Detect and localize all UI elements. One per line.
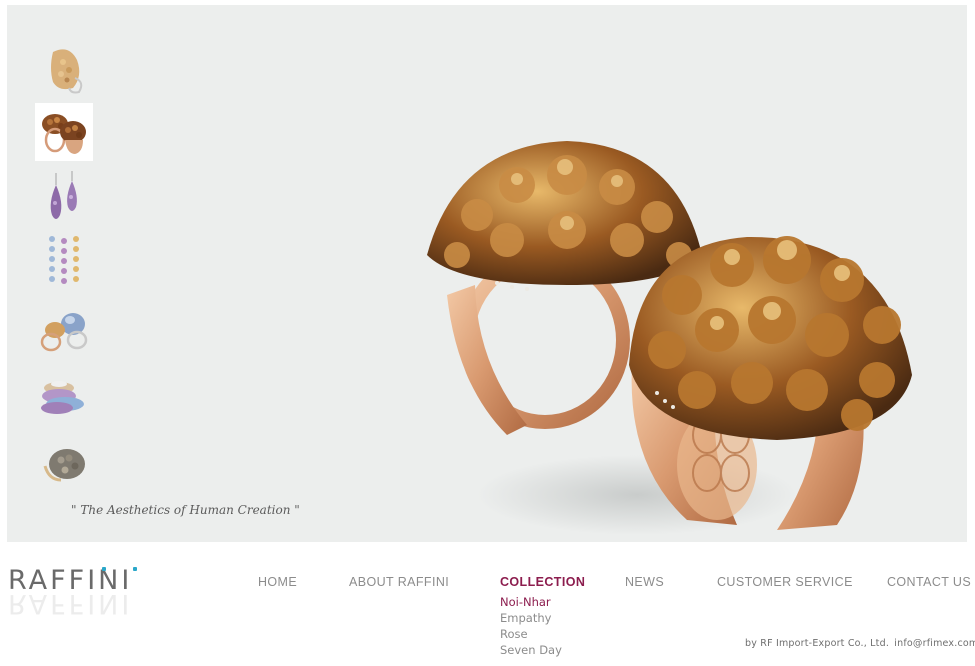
thumb-purple-drop-earrings[interactable] (35, 168, 93, 226)
raffini-logo[interactable]: RAFFINI RAFFINI (8, 566, 138, 624)
ring-thumbnail-icon (40, 313, 88, 352)
thumb-grey-dome-ring[interactable] (35, 437, 93, 495)
earring-thumbnail-icon (50, 171, 77, 219)
contact-email-link[interactable]: info@rfimex.com (894, 638, 975, 649)
collection-submenu: Noi-Nhar Empathy Rose Seven Day (500, 594, 562, 658)
company-credit: by RF Import-Export Co., Ltd. (745, 638, 890, 649)
featured-rings-image (427, 141, 912, 535)
footer-credit: by RF Import-Export Co., Ltd. info@rfime… (745, 638, 975, 649)
ring-thumbnail-icon (41, 381, 84, 414)
nav-about-raffini[interactable]: ABOUT RAFFINI (349, 575, 449, 589)
nav-contact-us[interactable]: CONTACT US (887, 575, 971, 589)
thumb-brown-gem-rings[interactable] (35, 103, 93, 161)
tagline: " The Aesthetics of Human Creation " (71, 503, 300, 517)
submenu-item-rose[interactable]: Rose (500, 626, 562, 642)
logo-accent-dot-icon (133, 567, 137, 571)
nav-home[interactable]: HOME (258, 575, 297, 589)
thumb-gem-chain-necklaces[interactable] (35, 233, 93, 291)
submenu-item-noi-nhar[interactable]: Noi-Nhar (500, 594, 562, 610)
submenu-item-seven-day[interactable]: Seven Day (500, 642, 562, 658)
hero-showcase: " The Aesthetics of Human Creation " (7, 5, 967, 542)
thumb-yellow-diamond-ring[interactable] (35, 40, 93, 98)
ring-thumbnail-icon (43, 449, 85, 482)
ring-thumbnail-icon (42, 114, 86, 154)
nav-collection[interactable]: COLLECTION (500, 575, 585, 589)
thumb-blue-cabochon-rings[interactable] (35, 302, 93, 360)
logo-accent-dot-icon (102, 567, 106, 571)
logo-reflection: RAFFINI (8, 588, 133, 619)
nav-news[interactable]: NEWS (625, 575, 664, 589)
ring-thumbnail-icon (51, 49, 83, 94)
submenu-item-empathy[interactable]: Empathy (500, 610, 562, 626)
thumb-pave-band-rings[interactable] (35, 368, 93, 426)
necklace-thumbnail-icon (49, 236, 79, 284)
nav-customer-service[interactable]: CUSTOMER SERVICE (717, 575, 853, 589)
